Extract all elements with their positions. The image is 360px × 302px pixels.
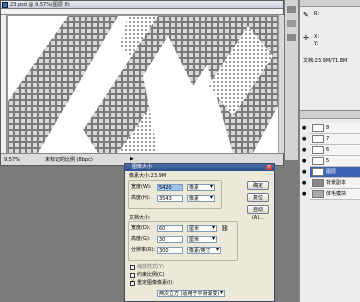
eye-icon[interactable]: ● [302,191,308,197]
layer-thumbnail [312,190,324,198]
zoom-level[interactable]: 9.57% [4,156,20,164]
canvas-artwork [8,16,278,153]
scale-styles-label: 缩放样式(Y) [137,264,164,270]
layer-thumbnail [312,179,324,187]
doc-height-input[interactable]: 30 [157,236,183,243]
resample-label: 重定图像像素(I): [137,280,175,286]
document-icon [2,2,8,8]
eye-icon[interactable]: ● [302,125,308,131]
layer-label: 图层 [326,169,337,175]
layer-row[interactable]: 体毛模块 [310,189,360,200]
vertical-ruler [1,15,7,153]
pixel-height-unit[interactable]: 像素 [187,195,215,202]
status-info: 未标记的比例 (8bpc) [45,157,93,163]
info-y-label: Y: [314,41,319,47]
eye-icon[interactable]: ● [302,180,308,186]
layers-panel-header [300,111,360,119]
layer-label: 6 [326,147,330,153]
info-x-label: X: [314,34,320,40]
status-arrow-icon[interactable]: ▶ [130,157,134,162]
horizontal-ruler [1,9,283,15]
info-panel-header [300,0,360,7]
pixel-dimensions-label: 像素大小:23.9M [129,173,167,179]
document-window: 23.psd @ 9.57%(图层 8) 9.57% 未标记的比例 (8bpc)… [0,0,284,166]
layer-row[interactable]: 8 [310,123,360,134]
layer-label: 5 [326,158,330,164]
layer-row[interactable]: 7 [310,134,360,145]
layer-label: 8 [326,125,330,131]
eye-icon[interactable]: ● [302,147,308,153]
constrain-label: 约束比例(C) [137,272,165,278]
resolution-unit[interactable]: 像素/英寸 [187,247,221,254]
width-label: 宽度(W): [131,184,152,190]
layer-thumbnail [312,124,324,132]
layer-row[interactable]: 5 [310,156,360,167]
layer-label: 7 [326,136,330,142]
scale-styles-checkbox[interactable] [130,265,135,270]
layer-row-selected[interactable]: 图层 [310,167,360,178]
resample-check-icon: ✓ [130,278,136,285]
layer-label: 体毛模块 [326,191,347,197]
layer-label: 背景副本 [326,180,347,186]
image-size-dialog: 图像大小 × 像素大小:23.9M 宽度(W): 5420 像素 高度(H): … [124,163,275,302]
pixel-width-unit[interactable]: 像素 [187,184,215,191]
doc-width-label: 宽度(D): [131,225,151,231]
eye-icon[interactable]: ● [302,169,308,175]
info-rgb-label: R: [314,11,320,17]
pixel-width-input[interactable]: 5420 [157,184,183,191]
auto-button[interactable]: 自动(A)... [247,205,269,221]
height-label: 高度(H): [131,195,151,201]
layer-row[interactable]: 6 [310,145,360,156]
image-canvas[interactable] [8,16,278,153]
layers-panel: 8 7 6 5 图层 背景副本 体毛模块 ● ● ● ● ● ● ● [299,110,360,302]
navigator-icon[interactable] [287,6,296,13]
layer-thumbnail [312,168,324,176]
doc-height-label: 高度(G): [131,236,151,242]
crosshair-icon: ✛ [303,34,309,42]
layer-thumbnail [312,146,324,154]
panel-dock-strip [284,0,298,160]
dialog-close-icon[interactable]: × [266,165,272,170]
dialog-title[interactable]: 图像大小 [125,164,274,171]
info-doc-size: 文档:23.9M/71.8M [303,58,348,64]
info-panel: ✎ R: ✛ X: Y: 文档:23.9M/71.8M [299,0,360,110]
reset-button[interactable]: 复位 [247,193,269,202]
eye-icon[interactable]: ● [302,136,308,142]
eye-icon[interactable]: ● [302,158,308,164]
document-title[interactable]: 23.psd @ 9.57%(图层 8) [1,1,283,9]
history-icon[interactable] [287,20,296,27]
ok-button[interactable]: 确定 [247,181,269,190]
layer-thumbnail [312,157,324,165]
pixel-height-input[interactable]: 3543 [157,195,183,202]
actions-icon[interactable] [287,34,296,41]
layer-thumbnail [312,135,324,143]
doc-width-unit[interactable]: 厘米 [187,225,217,232]
layer-row[interactable]: 背景副本 [310,178,360,189]
resample-method-select[interactable]: 两次立方 (适用于平滑渐变) [157,290,225,297]
resolution-input[interactable]: 300 [157,247,183,254]
chain-link-icon: ⛓ [221,225,229,232]
doc-width-input[interactable]: 60 [157,225,183,232]
eyedropper-icon: ✎ [303,11,309,19]
doc-height-unit[interactable]: 厘米 [187,236,217,243]
resolution-label: 分辨率(R): [131,247,156,253]
